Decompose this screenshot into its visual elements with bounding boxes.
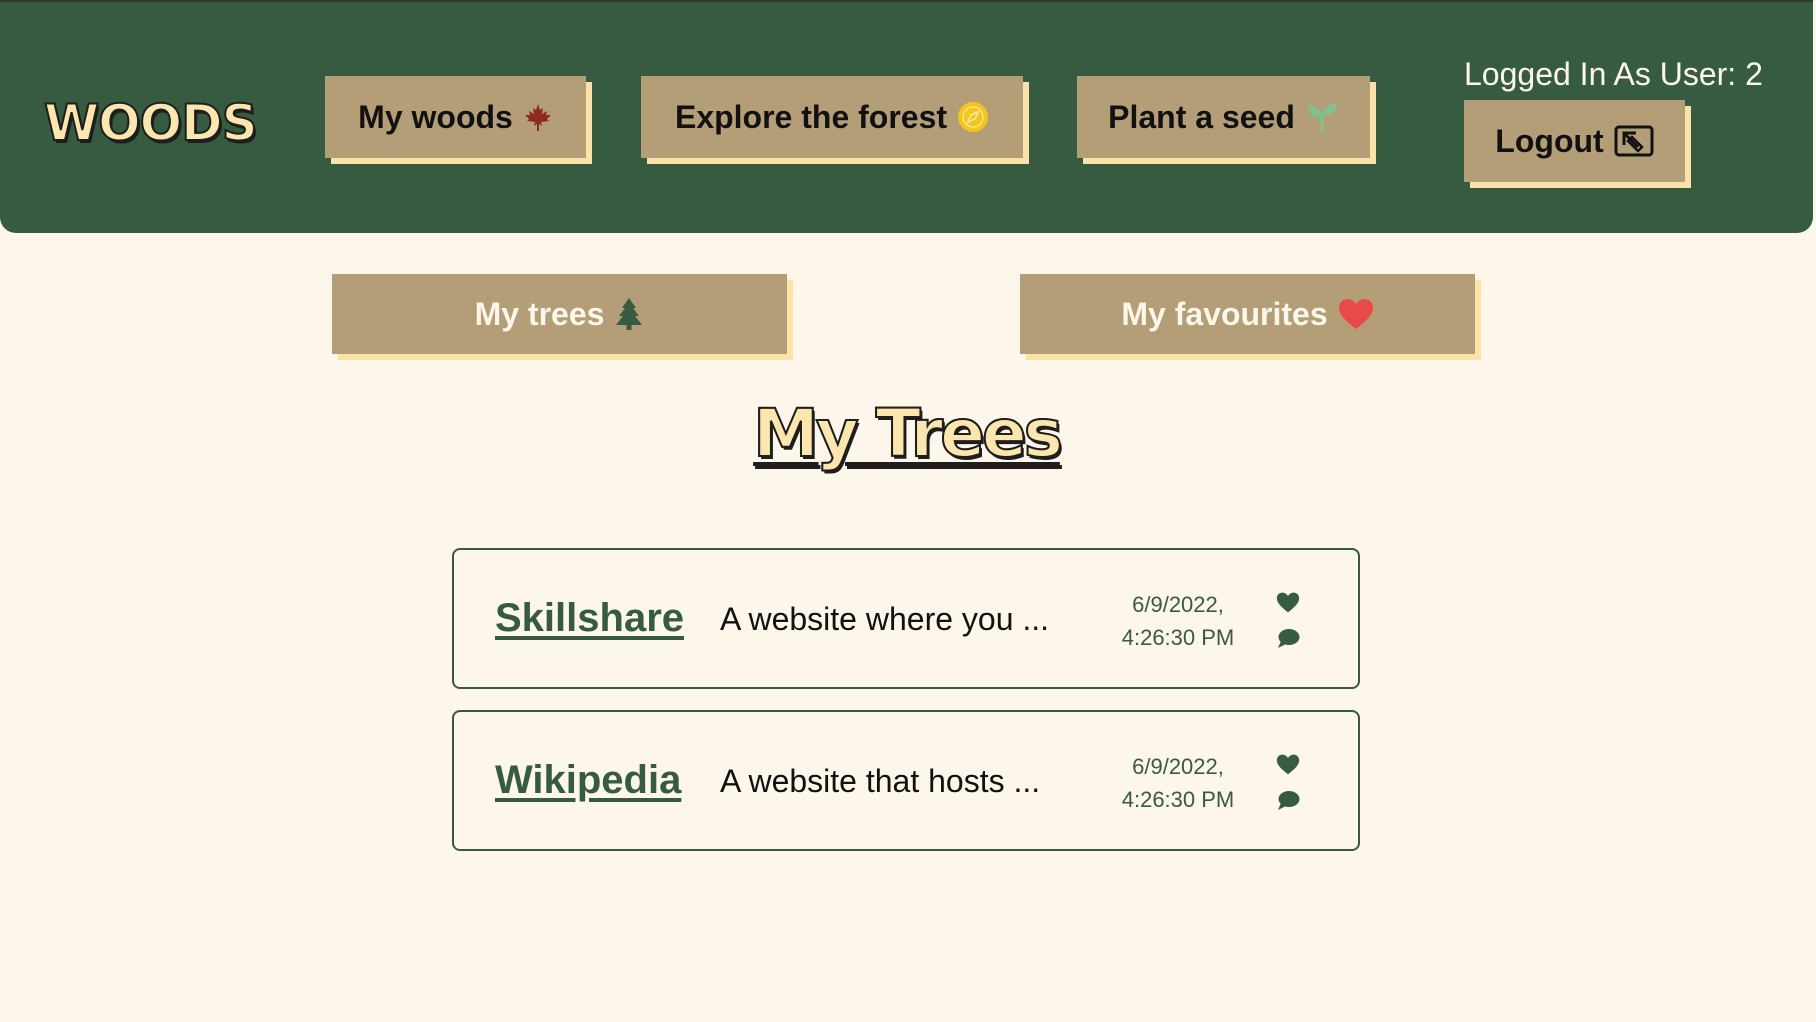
nav-plant-seed-button[interactable]: Plant a seed	[1077, 76, 1370, 158]
tree-name-link[interactable]: Wikipedia	[495, 758, 681, 803]
tab-my-trees-label: My trees	[474, 295, 605, 332]
tree-card: Skillshare A website where you ... 6/9/2…	[452, 548, 1360, 689]
heart-icon[interactable]	[1276, 754, 1300, 780]
nav-explore-button[interactable]: Explore the forest	[641, 76, 1023, 158]
tree-actions	[1276, 592, 1300, 654]
tree-description: A website that hosts ...	[720, 763, 1041, 799]
nav-my-woods-button[interactable]: My woods	[325, 76, 586, 158]
tree-timestamp: 6/9/2022, 4:26:30 PM	[1108, 750, 1248, 816]
maple-leaf-icon	[523, 102, 553, 132]
tree-time: 4:26:30 PM	[1121, 625, 1235, 650]
heart-icon	[1338, 298, 1374, 330]
top-nav-bar: WOODS My woods Explore the forest Plant …	[0, 0, 1813, 233]
tree-time: 4:26:30 PM	[1121, 787, 1235, 812]
tab-my-favourites-label: My favourites	[1121, 295, 1328, 332]
logout-button[interactable]: Logout	[1464, 100, 1685, 182]
tree-actions	[1276, 754, 1300, 816]
compass-icon	[957, 101, 989, 133]
comment-icon[interactable]	[1276, 628, 1300, 654]
tree-name-link[interactable]: Skillshare	[495, 596, 684, 641]
logout-icon	[1614, 125, 1654, 157]
tree-card: Wikipedia A website that hosts ... 6/9/2…	[452, 710, 1360, 851]
tree-date: 6/9/2022,	[1132, 754, 1224, 779]
nav-explore-label: Explore the forest	[674, 98, 948, 135]
page-title: My Trees	[752, 394, 1064, 473]
logout-label: Logout	[1495, 122, 1604, 159]
tab-my-trees[interactable]: My trees	[332, 274, 787, 354]
heart-icon[interactable]	[1276, 592, 1300, 618]
seedling-icon	[1305, 101, 1339, 133]
tree-timestamp: 6/9/2022, 4:26:30 PM	[1108, 588, 1248, 654]
tab-my-favourites[interactable]: My favourites	[1020, 274, 1475, 354]
tree-icon	[614, 297, 644, 331]
tree-date: 6/9/2022,	[1132, 592, 1224, 617]
nav-my-woods-label: My woods	[358, 98, 513, 135]
logged-in-user-label: Logged In As User: 2	[1464, 56, 1763, 92]
logo[interactable]: WOODS	[43, 93, 259, 153]
comment-icon[interactable]	[1276, 790, 1300, 816]
nav-plant-seed-label: Plant a seed	[1108, 98, 1295, 135]
tree-description: A website where you ...	[720, 601, 1050, 637]
user-area: Logged In As User: 2 Logout	[1464, 56, 1763, 182]
